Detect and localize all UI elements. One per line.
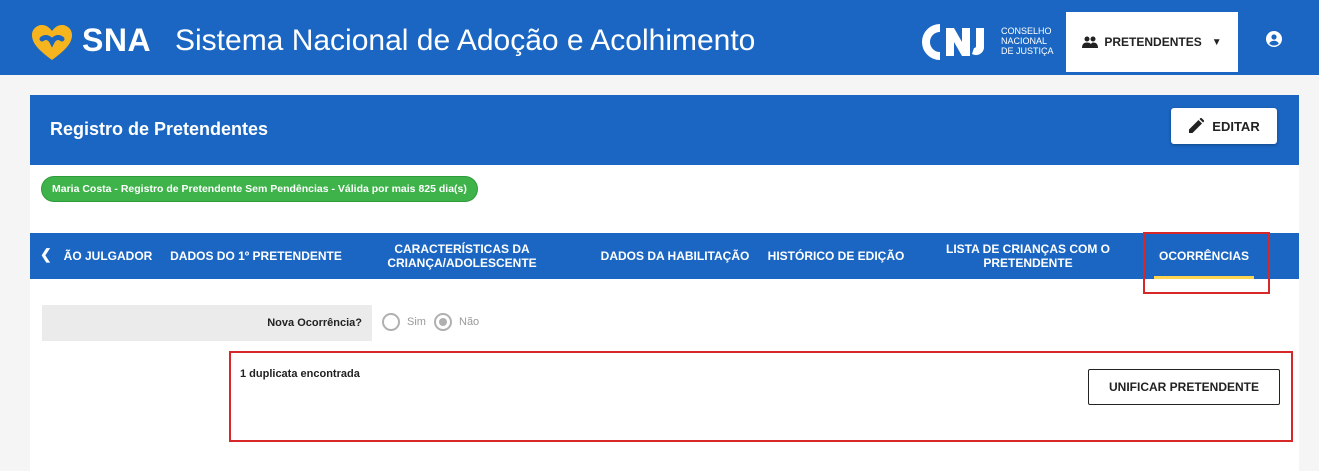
radio-sim-label: Sim <box>407 316 426 328</box>
nova-ocorrencia-label: Nova Ocorrência? <box>42 305 372 341</box>
account-circle-icon[interactable] <box>1266 31 1282 47</box>
tab-bar: ❮ ÃO JULGADOR DADOS DO 1º PRETENDENTE CA… <box>30 233 1299 279</box>
page-title: Registro de Pretendentes <box>50 119 269 139</box>
chevron-left-icon[interactable]: ❮ <box>40 246 52 263</box>
tab-lista-criancas[interactable]: LISTA DE CRIANÇAS COM O PRETENDENTE <box>932 233 1124 279</box>
cnj-caption: CONSELHO NACIONAL DE JUSTIÇA <box>1001 26 1054 56</box>
nova-ocorrencia-row: Nova Ocorrência? Sim Não <box>42 305 1262 341</box>
tab-dados-habilitacao[interactable]: DADOS DA HABILITAÇÃO <box>595 233 755 279</box>
edit-label: EDITAR <box>1212 118 1260 134</box>
app-header: SNA Sistema Nacional de Adoção e Acolhim… <box>0 0 1319 75</box>
ocorrencias-highlight-box <box>1143 232 1270 294</box>
radio-sim[interactable] <box>382 313 400 331</box>
people-icon <box>1082 36 1099 48</box>
app-title: Sistema Nacional de Adoção e Acolhimento <box>175 24 756 57</box>
tab-dados-1-pretendente[interactable]: DADOS DO 1º PRETENDENTE <box>166 233 346 279</box>
status-badge: Maria Costa - Registro de Pretendente Se… <box>42 177 477 201</box>
chevron-down-icon: ▼ <box>1211 36 1222 48</box>
tab-orgao-julgador[interactable]: ÃO JULGADOR <box>60 233 156 279</box>
brand-name: SNA <box>82 22 152 58</box>
radio-nao-label: Não <box>459 316 480 328</box>
radio-nao[interactable] <box>434 313 452 331</box>
cnj-logo-icon <box>922 24 984 60</box>
tab-caracteristicas[interactable]: CARACTERÍSTICAS DA CRIANÇA/ADOLESCENTE <box>380 233 544 279</box>
pretendentes-menu-button[interactable]: PRETENDENTES ▼ <box>1066 12 1238 72</box>
heart-logo-icon <box>32 25 72 60</box>
duplicate-highlight-box <box>229 351 1293 442</box>
edit-button[interactable]: EDITAR <box>1171 108 1277 144</box>
pencil-icon <box>1189 118 1205 133</box>
menu-label: PRETENDENTES <box>1104 35 1202 49</box>
tab-historico-edicao[interactable]: HISTÓRICO DE EDIÇÃO <box>765 233 907 279</box>
card-header: Registro de Pretendentes EDITAR <box>30 95 1299 165</box>
